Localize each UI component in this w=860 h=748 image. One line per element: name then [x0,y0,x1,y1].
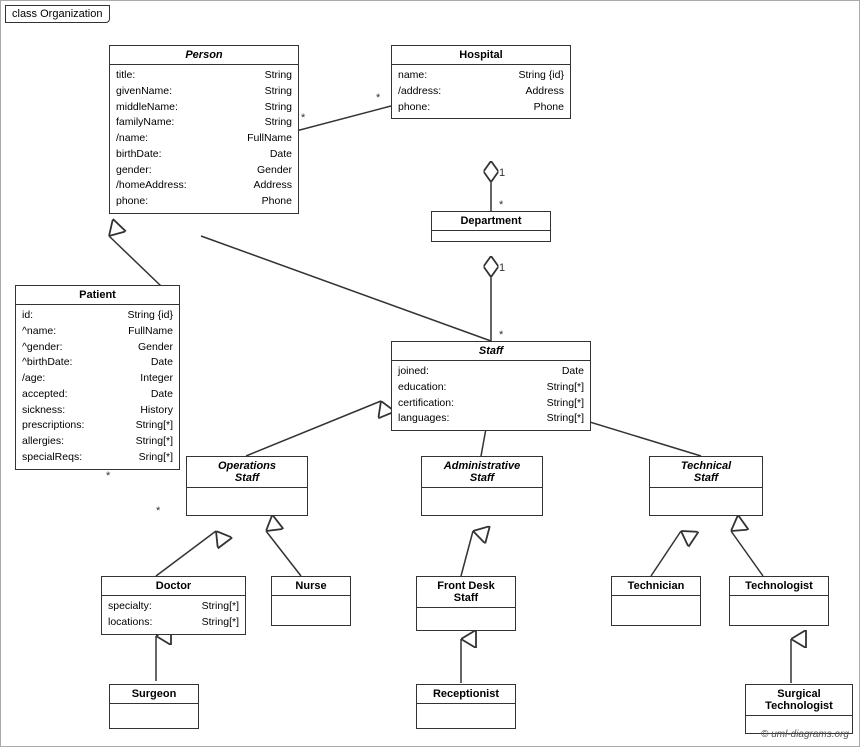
class-technician-body [612,596,700,610]
class-patient: Patient id:String {id} ^name:FullName ^g… [15,285,180,470]
class-technician: Technician [611,576,701,626]
class-surgeon-body [110,704,198,714]
svg-text:*: * [156,505,161,517]
class-technologist-body [730,596,828,610]
class-front-desk: Front Desk Staff [416,576,516,631]
class-operations-staff: Operations Staff [186,456,308,516]
class-hospital-body: name:String {id} /address:Address phone:… [392,65,570,118]
class-surgical-technologist-name: Surgical Technologist [746,685,852,716]
svg-text:*: * [301,112,306,124]
class-patient-body: id:String {id} ^name:FullName ^gender:Ge… [16,305,179,469]
svg-text:*: * [499,199,504,211]
svg-text:1: 1 [499,262,505,274]
svg-text:*: * [499,329,504,341]
class-technical-staff: Technical Staff [649,456,763,516]
class-person-body: title:String givenName:String middleName… [110,65,298,213]
class-staff: Staff joined:Date education:String[*] ce… [391,341,591,431]
class-surgeon-name: Surgeon [110,685,198,704]
class-doctor-name: Doctor [102,577,245,596]
class-hospital-name: Hospital [392,46,570,65]
class-technologist-name: Technologist [730,577,828,596]
class-admin-staff-name: Administrative Staff [422,457,542,488]
copyright: © uml-diagrams.org [761,729,849,740]
class-front-desk-name: Front Desk Staff [417,577,515,608]
class-department: Department [431,211,551,242]
class-surgeon: Surgeon [109,684,199,729]
class-hospital: Hospital name:String {id} /address:Addre… [391,45,571,119]
class-admin-staff-body [422,488,542,496]
svg-text:1: 1 [499,167,505,179]
svg-text:*: * [376,92,381,104]
class-technician-name: Technician [612,577,700,596]
diagram-title: class Organization [5,5,110,23]
class-technical-staff-body [650,488,762,496]
diagram-container: class Organization * * [0,0,860,747]
class-doctor: Doctor specialty:String[*] locations:Str… [101,576,246,635]
class-surgical-technologist: Surgical Technologist [745,684,853,734]
class-staff-name: Staff [392,342,590,361]
class-front-desk-body [417,608,515,616]
class-staff-body: joined:Date education:String[*] certific… [392,361,590,430]
class-nurse: Nurse [271,576,351,626]
class-department-name: Department [432,212,550,231]
class-operations-staff-name: Operations Staff [187,457,307,488]
class-technologist: Technologist [729,576,829,626]
class-nurse-name: Nurse [272,577,350,596]
svg-text:*: * [106,470,111,482]
class-receptionist: Receptionist [416,684,516,729]
class-admin-staff: Administrative Staff [421,456,543,516]
class-person-name: Person [110,46,298,65]
class-nurse-body [272,596,350,610]
class-patient-name: Patient [16,286,179,305]
class-surgical-technologist-body [746,716,852,724]
class-department-body [432,231,550,241]
class-doctor-body: specialty:String[*] locations:String[*] [102,596,245,634]
class-person: Person title:String givenName:String mid… [109,45,299,214]
class-receptionist-body [417,704,515,714]
class-operations-staff-body [187,488,307,496]
class-technical-staff-name: Technical Staff [650,457,762,488]
class-receptionist-name: Receptionist [417,685,515,704]
